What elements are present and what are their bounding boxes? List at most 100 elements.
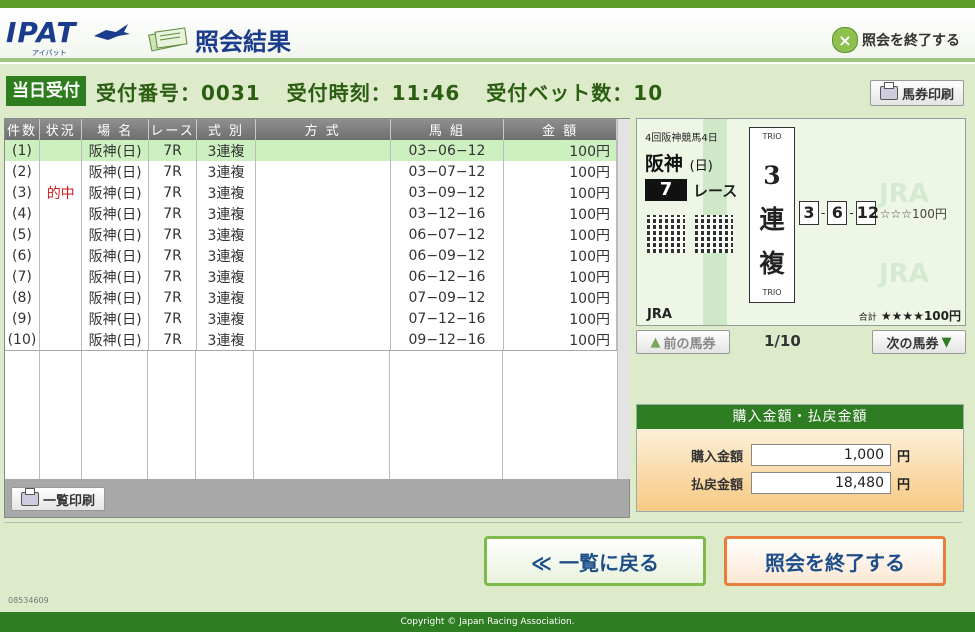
row-race: 7R [148,308,198,329]
table-row[interactable]: (4) 阪神(日) 7R 3連複 03−12−16 100円 [5,203,617,224]
payout-value: 18,480 [751,472,891,494]
purchase-value: 1,000 [751,444,891,466]
printer-icon [879,82,898,100]
col-header-status: 状況 [39,119,83,140]
ticket-bet-type-box: TRIO 3 連 複 TRIO [749,127,795,303]
ipat-logo-sub: アイパット [32,49,67,57]
table-row[interactable]: (7) 阪神(日) 7R 3連複 06−12−16 100円 [5,266,617,287]
separator: - [849,206,854,220]
row-race: 7R [148,203,198,224]
ticket-pager: 1/10 [764,332,801,350]
row-amount: 100円 [503,203,617,224]
row-no: (2) [5,161,40,182]
qr-code-icon [695,215,733,253]
row-status [39,224,83,245]
row-method [255,182,391,203]
end-inquiry-top-label: 照会を終了する [862,33,960,49]
row-no: (3) [5,182,40,203]
next-ticket-button[interactable]: 次の馬券 ▼ [872,330,966,354]
end-inquiry-button[interactable]: 照会を終了する [724,536,946,586]
bet-table: 件数 状況 場 名 レース 式 別 方 式 馬 組 金 額 (1) 阪神(日) … [5,119,617,350]
table-row[interactable]: (8) 阪神(日) 7R 3連複 07−09−12 100円 [5,287,617,308]
row-no: (5) [5,224,40,245]
bet-table-body: (1) 阪神(日) 7R 3連複 03−06−12 100円 (2) 阪神(日)… [5,140,617,350]
col-header-amount: 金 額 [503,119,617,140]
print-ticket-button[interactable]: 馬券印刷 [870,80,964,106]
close-icon: × [832,27,858,53]
row-venue: 阪神(日) [81,308,149,329]
bet-type-char: 3 [763,161,781,190]
row-amount: 100円 [503,329,617,350]
row-amount: 100円 [503,224,617,245]
header: IPAT アイパット 照会結果 × 照会を終了する [0,8,975,62]
row-combo: 07−12−16 [390,308,505,329]
ticket-race-number: 7 [645,179,687,201]
row-combo: 03−06−12 [390,140,505,161]
payout-label: 払戻金額 [690,477,743,493]
row-race: 7R [148,287,198,308]
horse-logo-icon [94,24,130,40]
print-ticket-label: 馬券印刷 [901,87,954,103]
receipt-time: 受付時刻：11:46 [286,80,461,105]
prev-ticket-button[interactable]: ▲ 前の馬券 [636,330,730,354]
amount-summary-body: 購入金額 1,000 円 払戻金額 18,480 円 [637,429,963,511]
ticket-day: (日) [689,159,713,174]
row-combo: 03−07−12 [390,161,505,182]
table-scrollbar[interactable] [617,119,630,479]
table-row[interactable]: (3) 的中 阪神(日) 7R 3連複 03−09−12 100円 [5,182,617,203]
row-method [255,329,391,350]
ticket-venue: 阪神 (日) [645,149,713,176]
ticket-total-amount: ★★★★100円 [880,309,961,323]
row-status [39,140,83,161]
arrow-down-icon: ▼ [941,334,952,350]
row-status [39,203,83,224]
back-to-list-button[interactable]: ≪ 一覧に戻る [484,536,706,586]
ipat-logo: IPAT [6,16,77,49]
table-row[interactable]: (5) 阪神(日) 7R 3連複 06−07−12 100円 [5,224,617,245]
print-list-label: 一覧印刷 [42,493,95,509]
table-row[interactable]: (1) 阪神(日) 7R 3連複 03−06−12 100円 [5,140,617,161]
row-no: (6) [5,245,40,266]
bet-type-vertical: 3 連 複 [750,154,794,286]
receipt-number: 受付番号：0031 [96,80,261,105]
page-title: 照会結果 [195,28,291,56]
row-status [39,266,83,287]
ticket-line-amount: ☆☆☆100円 [879,206,947,221]
row-venue: 阪神(日) [81,140,149,161]
table-row[interactable]: (10) 阪神(日) 7R 3連複 09−12−16 100円 [5,329,617,350]
printer-icon [20,488,39,506]
row-type: 3連複 [196,287,256,308]
col-header-no: 件数 [5,119,40,140]
qr-code-icon [647,215,685,253]
row-type: 3連複 [196,245,256,266]
table-row[interactable]: (9) 阪神(日) 7R 3連複 07−12−16 100円 [5,308,617,329]
row-no: (1) [5,140,40,161]
print-list-button[interactable]: 一覧印刷 [11,487,105,511]
ticket-preview: JRA JRA 4回阪神競馬4日 阪神 (日) 7 レース JRA TRIO 3… [636,118,966,326]
row-combo: 06−09−12 [390,245,505,266]
arrow-up-icon: ▲ [650,334,661,350]
end-inquiry-top-button[interactable]: × 照会を終了する [832,26,960,54]
row-status [39,329,83,350]
table-header-row: 件数 状況 場 名 レース 式 別 方 式 馬 組 金 額 [5,119,617,140]
column-divider [195,351,196,479]
row-race: 7R [148,245,198,266]
row-status [39,161,83,182]
row-amount: 100円 [503,161,617,182]
ticket-combination: 3 - 6 - 12 ☆☆☆100円 [799,201,947,225]
row-method [255,287,391,308]
row-amount: 100円 [503,182,617,203]
row-type: 3連複 [196,161,256,182]
table-row[interactable]: (6) 阪神(日) 7R 3連複 06−09−12 100円 [5,245,617,266]
col-header-combo: 馬 組 [390,119,505,140]
row-amount: 100円 [503,266,617,287]
col-header-race: レース [148,119,198,140]
row-race: 7R [148,329,198,350]
column-divider [81,351,82,479]
row-venue: 阪神(日) [81,266,149,287]
ticket-race-label: レース [693,181,738,200]
table-row[interactable]: (2) 阪神(日) 7R 3連複 03−07−12 100円 [5,161,617,182]
column-divider [389,351,390,479]
row-race: 7R [148,224,198,245]
prev-ticket-label: 前の馬券 [663,336,716,352]
